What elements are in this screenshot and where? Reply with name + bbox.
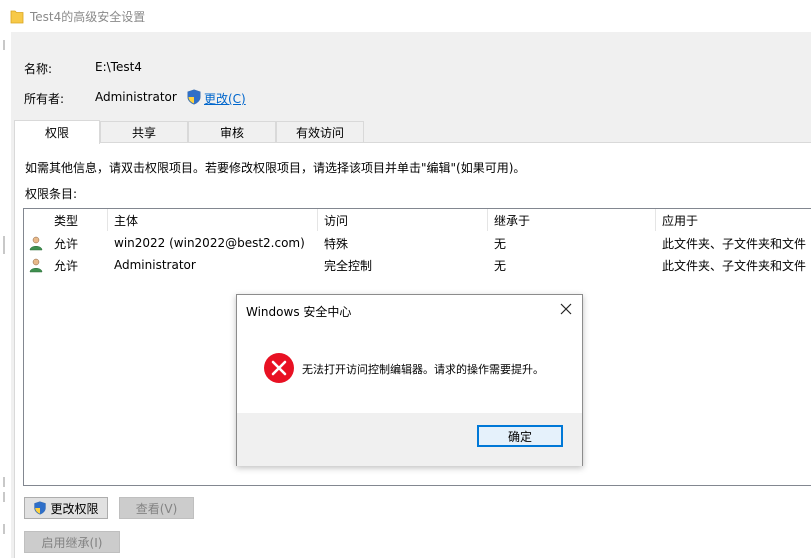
dialog-title: Windows 安全中心 [246,305,352,319]
uac-shield-icon [187,89,201,105]
tab-auditing[interactable]: 审核 [188,121,276,143]
ok-button[interactable]: 确定 [477,425,563,447]
tab-sharing[interactable]: 共享 [100,121,188,143]
column-header-access[interactable]: 访问 [318,209,488,231]
folder-icon [10,10,24,24]
left-edge [0,32,11,558]
list-header: 类型 主体 访问 继承于 应用于 [24,209,811,231]
tab-effective-access[interactable]: 有效访问 [276,121,364,143]
change-owner-link[interactable]: 更改(C) [204,90,246,107]
user-icon [29,236,43,251]
name-label: 名称: [24,62,53,76]
tab-permissions[interactable]: 权限 [14,120,100,144]
name-value: E:\Test4 [95,60,142,74]
user-icon [29,258,43,273]
uac-shield-icon [34,501,47,515]
owner-value: Administrator [95,90,177,104]
permissions-hint: 如需其他信息，请双击权限项目。若要修改权限项目，请选择该项目并单击"编辑"(如果… [25,161,526,175]
enable-inheritance-button[interactable]: 启用继承(I) [24,531,120,553]
column-header-inherited-from[interactable]: 继承于 [488,209,656,231]
column-header-applies-to[interactable]: 应用于 [656,209,811,231]
column-header-type[interactable]: 类型 [48,209,108,231]
table-row[interactable]: 允许 win2022 (win2022@best2.com) 特殊 无 此文件夹… [24,232,811,254]
title-bar: Test4的高级安全设置 [0,0,811,32]
window-title: Test4的高级安全设置 [30,10,146,24]
view-button[interactable]: 查看(V) [119,497,194,519]
error-icon [264,353,294,383]
owner-label: 所有者: [24,92,65,106]
close-icon[interactable] [558,301,574,317]
column-header-principal[interactable]: 主体 [108,209,318,231]
change-permissions-button[interactable]: 更改权限 [24,497,108,519]
dialog-footer: 确定 [237,413,582,466]
security-error-dialog: Windows 安全中心 无法打开访问控制编辑器。请求的操作需要提升。 确定 [236,294,583,466]
entries-label: 权限条目: [25,187,78,201]
table-row[interactable]: 允许 Administrator 完全控制 无 此文件夹、子文件夹和文件 [24,254,811,276]
dialog-message: 无法打开访问控制编辑器。请求的操作需要提升。 [302,363,544,376]
